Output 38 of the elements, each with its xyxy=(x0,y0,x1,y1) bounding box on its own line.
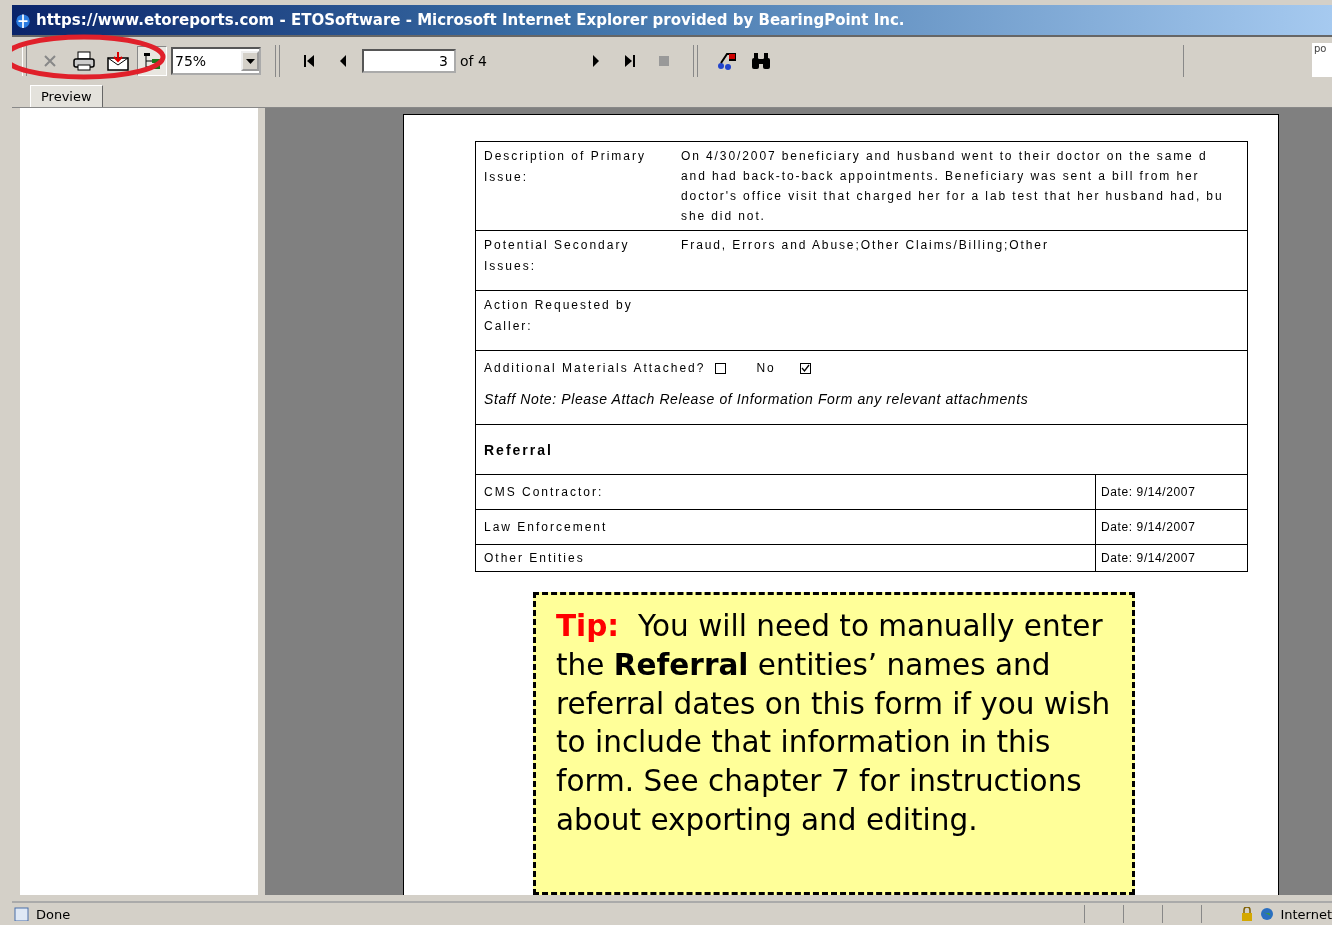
referral-name: Other Entities xyxy=(476,545,1096,571)
referral-name: CMS Contractor: xyxy=(476,475,1096,509)
envelope-icon xyxy=(107,51,129,71)
close-icon xyxy=(42,53,58,69)
field-label: Action Requested by Caller: xyxy=(484,297,634,335)
last-page-icon xyxy=(622,53,637,69)
field-label: Potential Secondary Issues: xyxy=(484,237,631,275)
globe-icon xyxy=(1260,907,1275,921)
browser-icon xyxy=(14,11,32,29)
staff-note: Staff Note: Please Attach Release of Information Form any relevant attachments xyxy=(484,391,1030,407)
field-value: Fraud, Errors and Abuse;Other Claims/Billing;Other xyxy=(681,237,1049,254)
link-icon xyxy=(715,51,738,71)
square-icon xyxy=(657,55,670,67)
search-icon xyxy=(749,52,772,70)
tip-text: Tip: You will need to manually enter the Referral entities’ names and referral dates on this form if you wish to include that information in this form. See chapter 7 for instructions about exporting and editing. xyxy=(556,608,1112,839)
first-page-icon xyxy=(302,53,316,69)
caret-icon xyxy=(245,58,255,64)
printer-icon xyxy=(73,51,95,71)
option-label: No xyxy=(756,361,776,375)
field-label: Description of Primary Issue: xyxy=(484,148,648,186)
referral-date: Date: 9/14/2007 xyxy=(1100,485,1197,499)
zone-text: Internet xyxy=(1280,906,1332,922)
page-count: of 4 xyxy=(460,53,487,69)
preview-tab[interactable]: Preview xyxy=(30,85,103,107)
page-number-field[interactable]: 3 xyxy=(362,49,456,73)
window-title: https://www.etoreports.com - ETOSoftware - Microsoft Internet Explorer provided by BearingPoint Inc. xyxy=(36,11,905,29)
tree-icon xyxy=(142,51,162,71)
referral-date: Date: 9/14/2007 xyxy=(1100,551,1197,565)
search-text-field[interactable]: po xyxy=(1312,43,1332,77)
referral-name: Law Enforcement xyxy=(476,510,1096,544)
status-text: Done xyxy=(36,906,71,922)
field-label: Additional Materials Attached? xyxy=(484,361,706,375)
lock-icon xyxy=(1240,907,1255,921)
field-value: On 4/30/2007 beneficiary and husband went to their doctor on the same d and had back-to-back appointments. Beneficiary was sent a bill from her doctor's office visit that charged her for a lab test that her husband had, bu she did not. xyxy=(681,148,1224,225)
section-heading: Referral xyxy=(484,441,553,458)
referral-date: Date: 9/14/2007 xyxy=(1100,520,1197,534)
page-icon xyxy=(14,907,30,921)
zoom-dropdown[interactable]: 75% xyxy=(171,47,261,75)
